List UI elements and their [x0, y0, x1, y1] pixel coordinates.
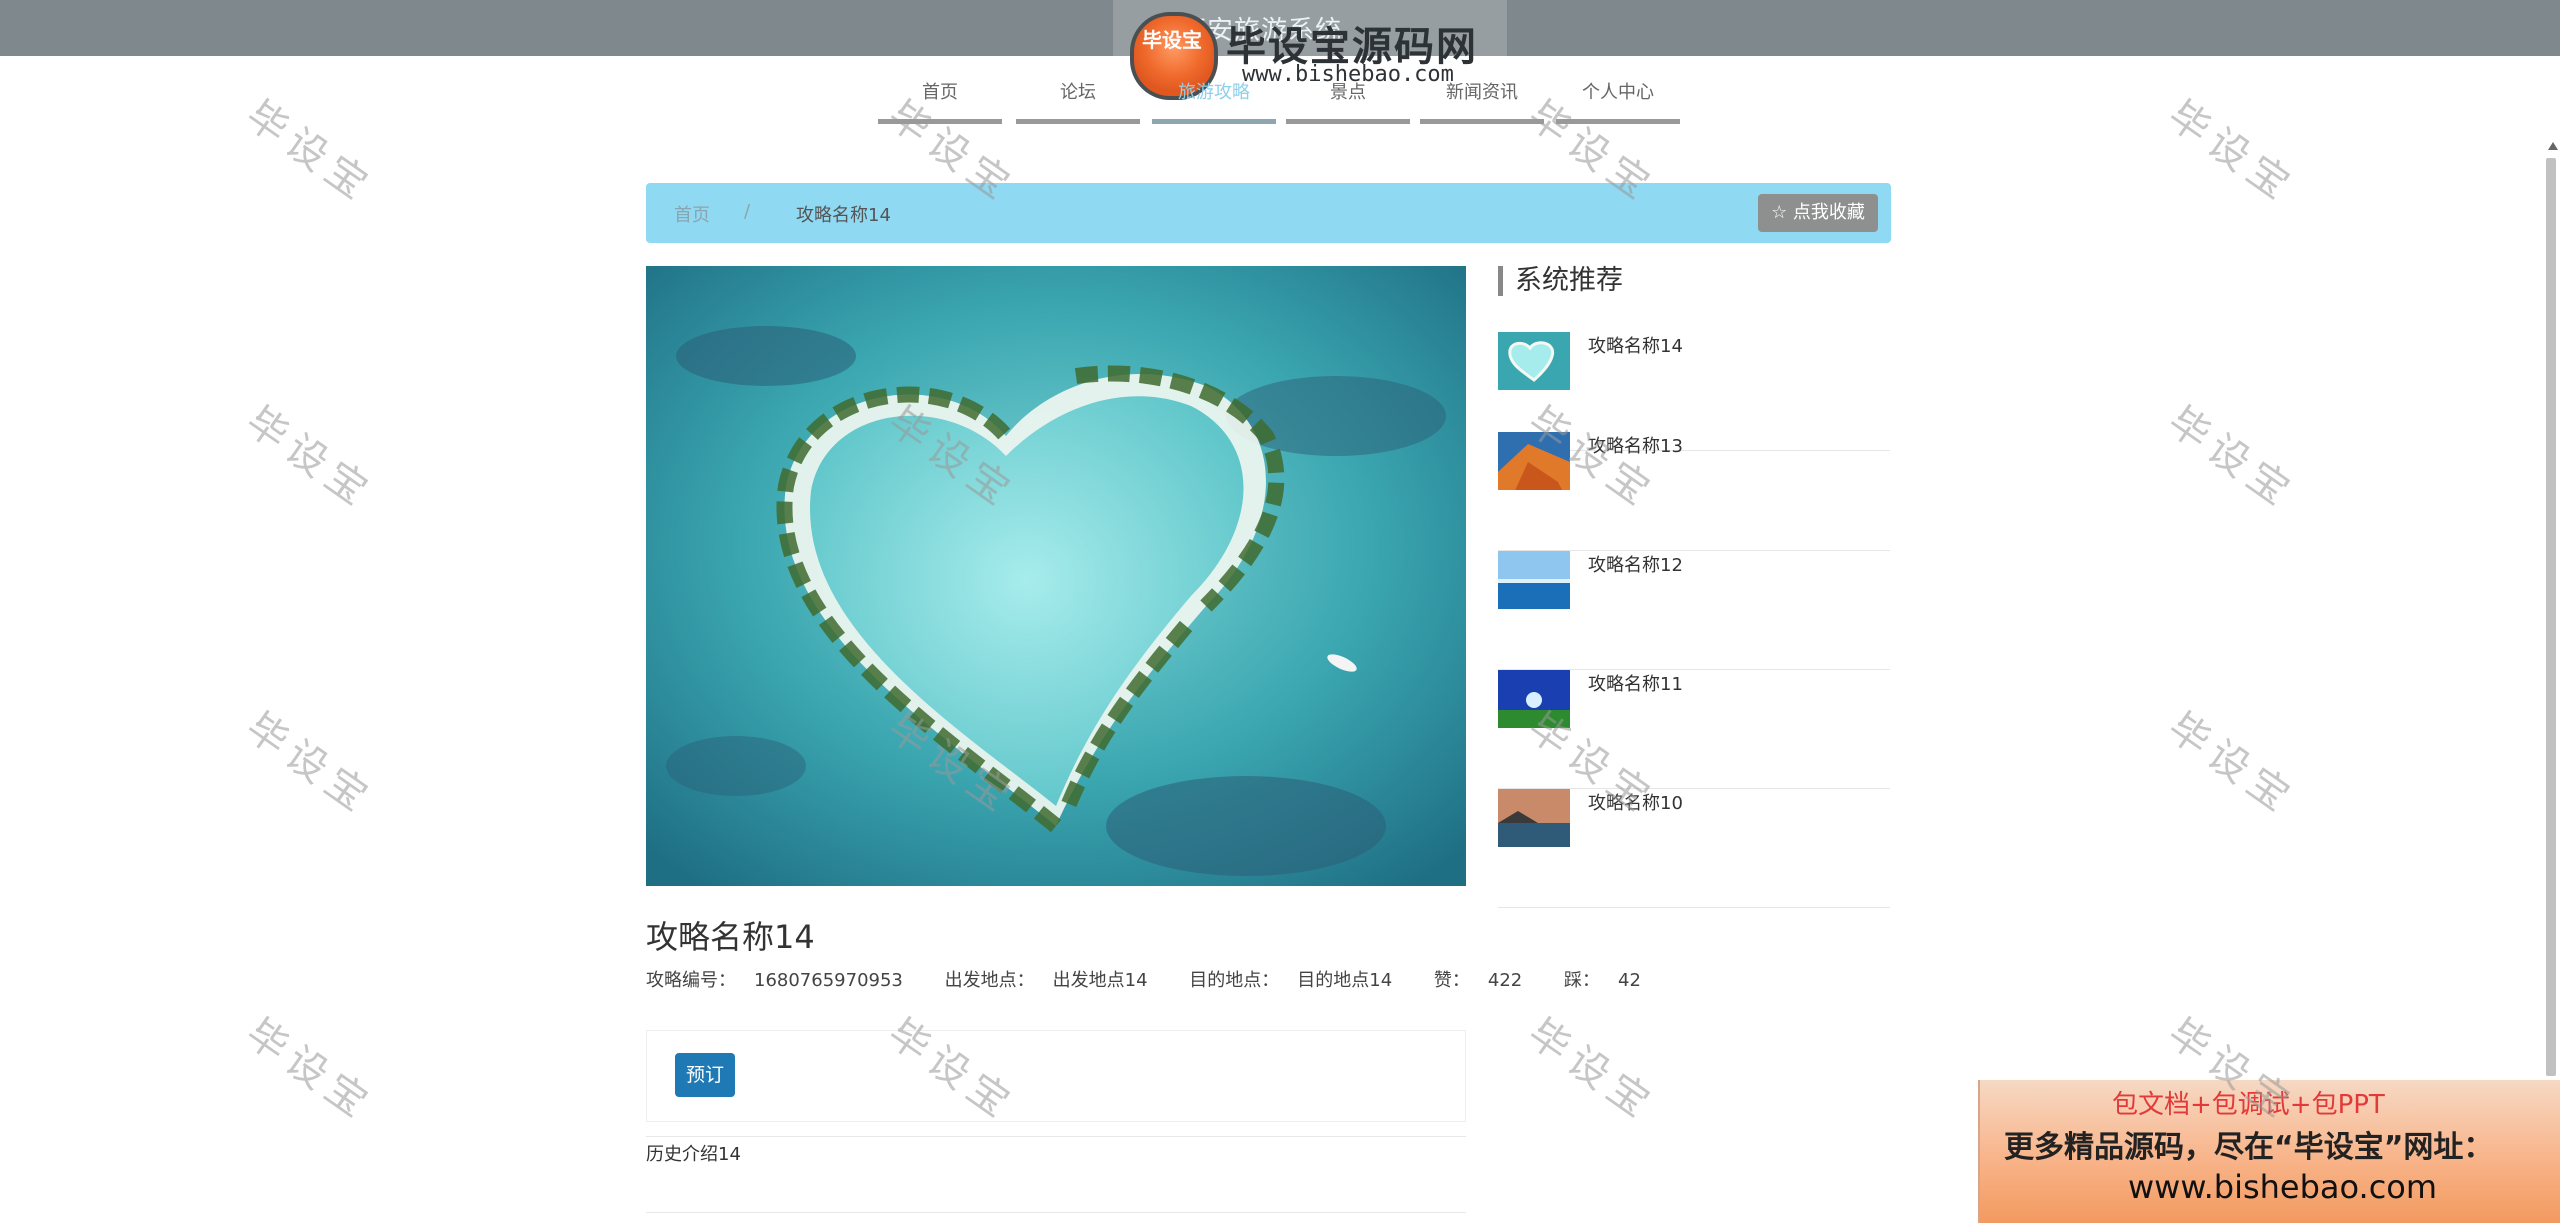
promo-line3: www.bishebao.com [2128, 1168, 2438, 1206]
guide-to-value: 目的地点14 [1297, 970, 1393, 991]
watermark: 毕设宝 [237, 704, 382, 825]
nav-item-profile[interactable]: 个人中心 [1556, 78, 1680, 124]
watermark: 毕设宝 [237, 1010, 382, 1131]
scroll-up-icon[interactable] [2548, 142, 2558, 150]
guide-code: 攻略编号： 1680765970953 [646, 970, 921, 991]
guide-code-label: 攻略编号： [646, 970, 736, 991]
guide-dislike-label: 踩： [1564, 970, 1600, 991]
promo-banner[interactable]: 包文档+包调试+包PPT 更多精品源码，尽在“毕设宝”网址： www.bishe… [1978, 1080, 2560, 1223]
nav-item-attractions[interactable]: 景点 [1286, 78, 1410, 124]
booking-panel: 预订 [646, 1030, 1466, 1122]
watermark: 毕设宝 [2159, 398, 2304, 519]
guide-title: 攻略名称14 [646, 918, 815, 956]
recommend-item-name: 攻略名称13 [1588, 436, 1683, 457]
book-button[interactable]: 预订 [675, 1053, 735, 1097]
recommend-thumbnail [1498, 670, 1570, 728]
guide-from-label: 出发地点： [944, 970, 1035, 991]
breadcrumb-home-link[interactable]: 首页 [674, 201, 710, 227]
nav-item-news[interactable]: 新闻资讯 [1420, 78, 1544, 124]
recommend-item[interactable]: 攻略名称10 [1498, 789, 1890, 908]
breadcrumb-current: 攻略名称14 [796, 205, 891, 226]
history-intro: 历史介绍14 [646, 1144, 741, 1165]
guide-main-image [646, 266, 1466, 886]
recommend-thumbnail [1498, 551, 1570, 609]
logo-mark-text: 毕设宝 [1142, 28, 1202, 52]
guide-like-value: 422 [1487, 970, 1523, 991]
breadcrumb-separator: / [744, 201, 751, 222]
field-thumb [1498, 670, 1570, 728]
guide-meta: 攻略编号： 1680765970953 出发地点： 出发地点14 目的地点： 目的地点… [646, 966, 1677, 992]
recommend-item-name: 攻略名称14 [1588, 336, 1683, 357]
watermark: 毕设宝 [2159, 92, 2304, 213]
sea-thumb [1498, 551, 1570, 609]
guide-to-label: 目的地点： [1189, 970, 1280, 991]
recommend-title: 系统推荐 [1498, 266, 1623, 296]
watermark: 毕设宝 [2159, 704, 2304, 825]
guide-to: 目的地点： 目的地点14 [1189, 970, 1410, 991]
guide-like: 赞： 422 [1434, 970, 1540, 991]
divider [646, 1212, 1466, 1213]
scrollbar-thumb[interactable] [2546, 158, 2556, 1076]
guide-like-label: 赞： [1433, 970, 1470, 991]
recommend-item[interactable]: 攻略名称13 [1498, 432, 1890, 551]
divider [646, 1136, 1466, 1137]
promo-line2: 更多精品源码，尽在“毕设宝”网址： [2004, 1130, 2494, 1165]
heart-island-thumb [1498, 332, 1570, 390]
recommend-item[interactable]: 攻略名称11 [1498, 670, 1890, 789]
recommend-thumbnail [1498, 789, 1570, 847]
watermark: 毕设宝 [237, 398, 382, 519]
guide-from: 出发地点： 出发地点14 [945, 970, 1166, 991]
recommend-item-name: 攻略名称10 [1588, 793, 1683, 814]
favorite-button[interactable]: ☆ 点我收藏 [1758, 194, 1878, 232]
guide-dislike-value: 42 [1618, 970, 1641, 991]
sunset-thumb [1498, 789, 1570, 847]
guide-from-value: 出发地点14 [1052, 970, 1148, 991]
watermark: 毕设宝 [237, 92, 382, 213]
promo-line1: 包文档+包调试+包PPT [2112, 1090, 2385, 1120]
heart-island-image [646, 266, 1466, 886]
recommend-thumbnail [1498, 432, 1570, 490]
nav-item-forum[interactable]: 论坛 [1016, 78, 1140, 124]
main-nav: 首页 论坛 旅游攻略 景点 新闻资讯 个人中心 [878, 78, 1682, 128]
recommend-thumbnail [1498, 332, 1570, 390]
nav-item-travel-guide[interactable]: 旅游攻略 [1152, 78, 1276, 124]
desert-thumb [1498, 432, 1570, 490]
watermark: 毕设宝 [1519, 1010, 1664, 1131]
recommend-item-name: 攻略名称12 [1588, 555, 1683, 576]
guide-code-value: 1680765970953 [754, 970, 903, 991]
recommend-item-name: 攻略名称11 [1588, 674, 1683, 695]
nav-item-home[interactable]: 首页 [878, 78, 1002, 124]
breadcrumb: 首页 / 攻略名称14 ☆ 点我收藏 [646, 183, 1891, 243]
recommend-item[interactable]: 攻略名称12 [1498, 551, 1890, 670]
guide-dislike: 踩： 42 [1564, 970, 1659, 991]
